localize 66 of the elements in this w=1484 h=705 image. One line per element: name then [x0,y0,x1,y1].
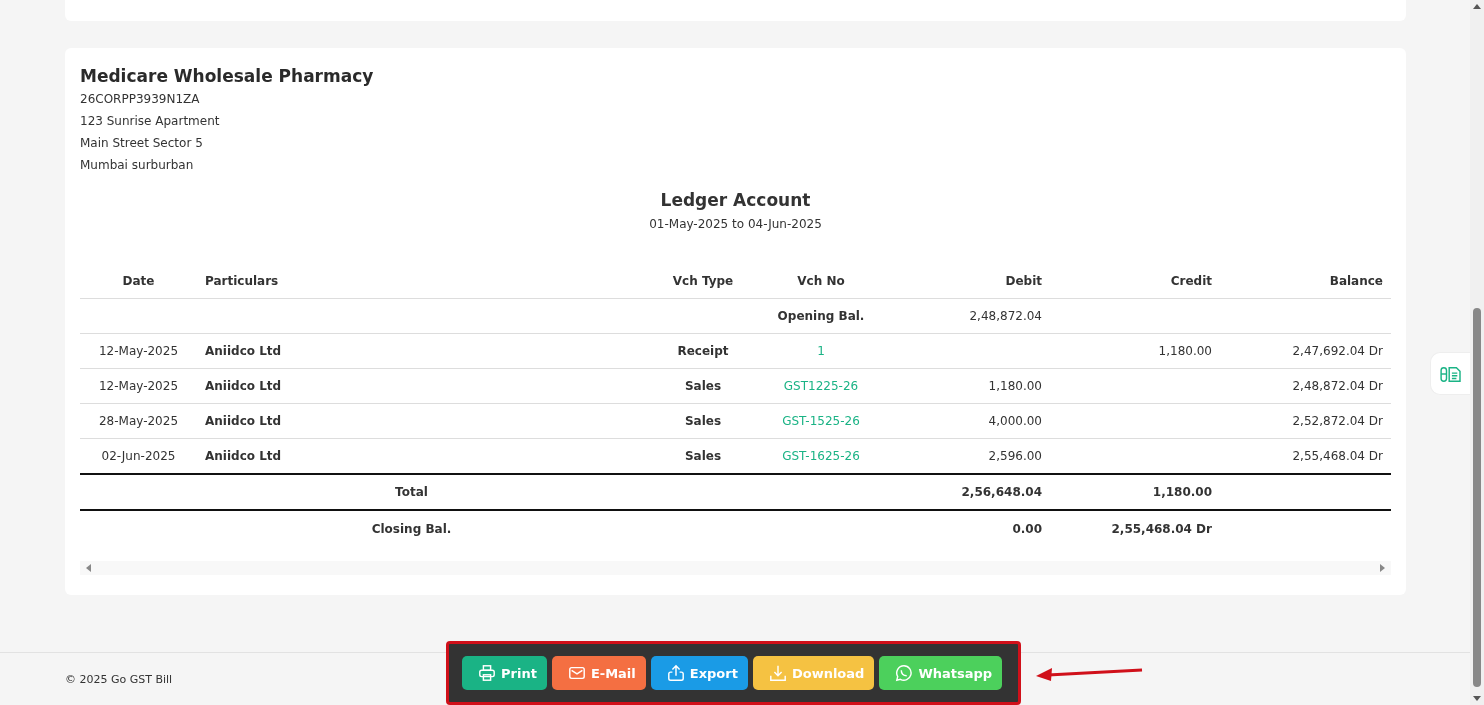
column-header: Vch No [797,274,845,288]
table-cell: 2,55,468.04 Dr [1292,449,1383,463]
copyright-text: © 2025 Go GST Bill [65,672,173,686]
table-cell: 4,000.00 [988,414,1042,428]
opening-balance-label: Opening Bal. [777,309,865,323]
voucher-link[interactable]: 1 [817,344,825,358]
export-button[interactable]: Export [650,656,748,690]
scroll-down-icon[interactable] [1473,695,1481,701]
email-button[interactable]: E-Mail [551,656,646,690]
table-cell: Sales [684,449,722,463]
table-cell: Aniidco Ltd [205,344,282,358]
download-icon [768,664,787,682]
table-cell: 2,56,648.04 [961,485,1042,499]
table-cell: 1,180.00 [1158,344,1212,358]
table-cell: 2,55,468.04 Dr [1111,522,1212,536]
voucher-link[interactable]: GST-1625-26 [782,449,860,463]
envelope-icon [567,664,586,682]
report-title: Ledger Account [660,189,811,212]
upload-icon [666,664,685,682]
whatsapp-button[interactable]: Whatsapp [879,656,1003,690]
document-icon [1439,364,1462,383]
table-cell: Aniidco Ltd [205,449,282,463]
print-button[interactable]: Print [462,656,547,690]
column-header: Credit [1170,274,1212,288]
table-cell: 02-Jun-2025 [101,449,176,463]
column-header: Vch Type [672,274,734,288]
report-period: 01-May-2025 to 04-Jun-2025 [649,216,822,233]
table-cell: 2,47,692.04 Dr [1292,344,1383,358]
table-cell: 28-May-2025 [98,414,179,428]
table-cell: Sales [684,379,722,393]
horizontal-scrollbar[interactable] [80,561,1391,575]
company-detail: Main Street Sector 5 [80,135,204,152]
scroll-up-icon[interactable] [1473,4,1481,10]
scrollbar-thumb[interactable] [1473,308,1481,687]
table-cell: 12-May-2025 [98,379,179,393]
table-cell: 2,48,872.04 Dr [1292,379,1383,393]
table-cell: 1,180.00 [1152,485,1212,499]
closing-balance-label: Closing Bal. [371,522,452,536]
column-header: Balance [1329,274,1383,288]
table-cell: 2,596.00 [988,449,1042,463]
column-header: Debit [1005,274,1042,288]
table-cell: Receipt [677,344,729,358]
table-cell: 2,52,872.04 Dr [1292,414,1383,428]
scroll-right-icon[interactable] [1379,564,1385,572]
download-button[interactable]: Download [752,656,875,690]
company-detail: 123 Sunrise Apartment [80,113,221,130]
table-cell: 0.00 [1012,522,1042,536]
table-cell: 1,180.00 [988,379,1042,393]
vertical-scrollbar[interactable] [1470,0,1484,705]
table-cell: 2,48,872.04 [969,309,1042,323]
printer-icon [478,664,496,682]
table-cell: Sales [684,414,722,428]
voucher-link[interactable]: GST-1525-26 [782,414,860,428]
total-label: Total [395,485,428,499]
company-name: Medicare Wholesale Pharmacy [80,65,375,88]
table-cell: Aniidco Ltd [205,379,282,393]
voucher-link[interactable]: GST1225-26 [783,379,859,393]
side-tool-button[interactable] [1430,352,1470,395]
company-detail: Mumbai surburban [80,157,195,174]
column-header: Particulars [205,274,279,288]
table-cell: Aniidco Ltd [205,414,282,428]
table-cell: 12-May-2025 [98,344,179,358]
scroll-left-icon[interactable] [86,564,92,572]
company-detail: 26CORPP3939N1ZA [80,91,201,108]
column-header: Date [122,274,155,288]
chat-bubble-icon [895,664,914,682]
